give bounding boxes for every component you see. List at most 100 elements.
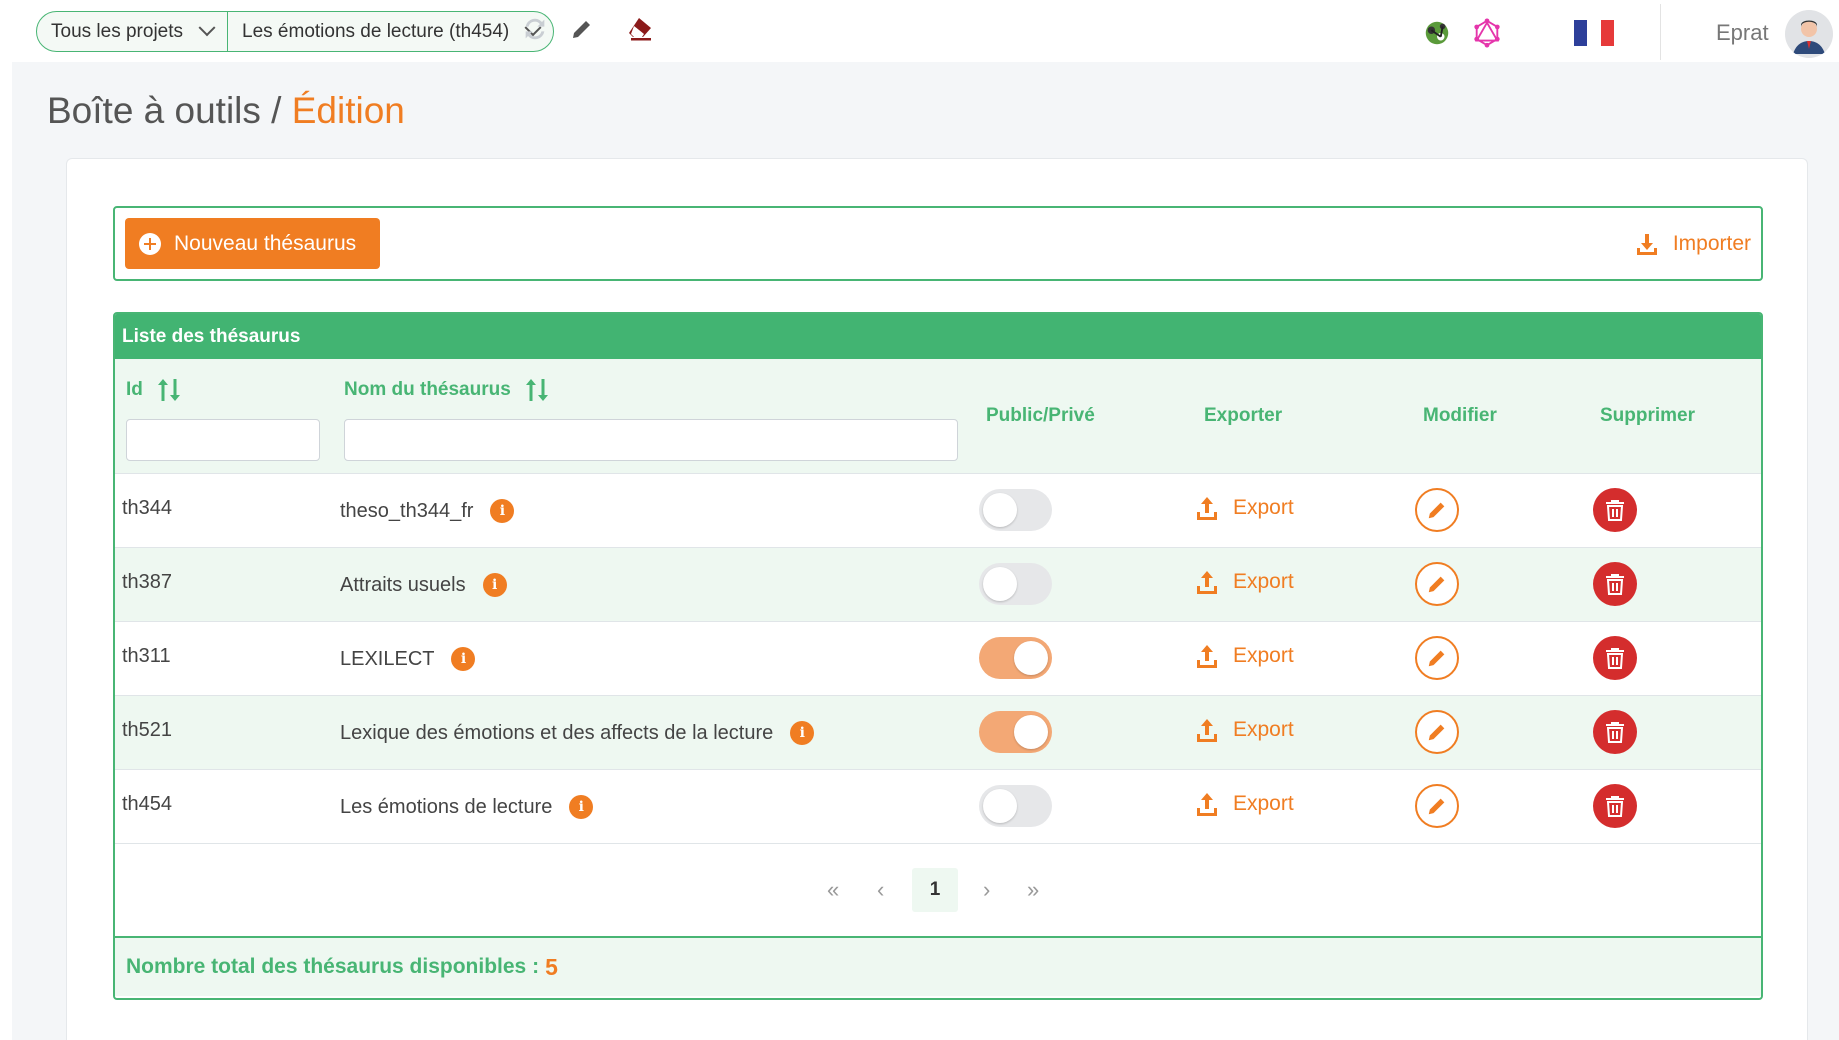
table-row: th454 Les émotions de lecture i Export [115,769,1761,843]
trash-icon [1606,648,1624,669]
breadcrumb-root: Boîte à outils [47,90,261,131]
upload-icon [1197,497,1217,520]
eraser-icon[interactable] [626,14,656,44]
info-icon[interactable]: i [490,499,515,523]
pencil-icon [1428,724,1445,741]
toggle-knob [983,567,1017,601]
new-thesaurus-label: Nouveau thésaurus [174,231,357,255]
project-selector[interactable]: Tous les projets [37,12,227,51]
refresh-icon[interactable] [520,14,550,44]
delete-button[interactable] [1593,488,1637,532]
info-icon[interactable]: i [451,647,476,671]
pencil-icon [1428,650,1445,667]
upload-icon [1197,719,1217,742]
toggle-knob [983,493,1017,527]
top-bar: Tous les projets Les émotions de lecture… [12,0,1839,62]
export-button[interactable]: Export [1195,569,1294,595]
upload-icon [1197,793,1217,816]
edit-button[interactable] [1415,636,1459,680]
public-toggle[interactable] [979,637,1052,679]
french-flag-icon[interactable] [1574,20,1614,46]
import-button[interactable]: Importer [1635,232,1751,256]
breadcrumb-current: Édition [291,90,405,131]
download-icon [1636,234,1657,255]
breadcrumb-separator: / [260,90,292,131]
table-body: th344 theso_th344_fr i Export th387 Attra… [115,473,1761,843]
column-header-name-label: Nom du thésaurus [344,379,511,401]
thesaurus-selector-label: Les émotions de lecture (th454) [242,20,510,42]
info-icon[interactable]: i [790,721,815,745]
row-name-text: Attraits usuels [340,573,466,596]
export-button[interactable]: Export [1195,495,1294,521]
table-row: th311 LEXILECT i Export [115,621,1761,695]
left-strip [0,0,12,1040]
delete-button[interactable] [1593,562,1637,606]
export-button[interactable]: Export [1195,717,1294,743]
row-id: th311 [122,645,171,667]
last-page-button[interactable]: » [1027,868,1039,912]
avatar[interactable] [1785,10,1833,58]
column-header-id[interactable]: Id [126,377,182,403]
trash-icon [1606,796,1624,817]
first-page-button[interactable]: « [827,868,839,912]
thesaurus-selector[interactable]: Les émotions de lecture (th454) [227,12,553,51]
delete-button[interactable] [1593,784,1637,828]
chevron-down-icon [198,18,216,36]
row-name: LEXILECT i [340,647,476,671]
table-header: Id Nom du thésaurus Public/Privé Exporte… [115,359,1761,473]
plus-circle-icon [139,232,161,255]
new-thesaurus-button[interactable]: Nouveau thésaurus [125,218,381,269]
edit-button[interactable] [1415,784,1459,828]
column-header-name[interactable]: Nom du thésaurus [344,377,550,403]
main-card: Nouveau thésaurus Importer Liste des thé… [66,158,1808,1040]
info-icon[interactable]: i [569,795,594,819]
toggle-knob [1014,641,1048,675]
project-selector-label: Tous les projets [51,20,184,42]
public-toggle[interactable] [979,489,1052,531]
delete-button[interactable] [1593,710,1637,754]
public-toggle[interactable] [979,785,1052,827]
pencil-icon [1428,576,1445,593]
trash-icon [1606,574,1624,595]
public-toggle[interactable] [979,711,1052,753]
column-header-public: Public/Privé [986,405,1095,426]
upload-icon [1197,645,1217,668]
table-row: th521 Lexique des émotions et des affect… [115,695,1761,769]
export-button[interactable]: Export [1195,643,1294,669]
edit-button[interactable] [1415,710,1459,754]
row-name-text: Les émotions de lecture [340,795,553,818]
row-name: Lexique des émotions et des affects de l… [340,721,815,745]
graph-icon[interactable] [1422,18,1452,48]
graphql-icon[interactable] [1472,18,1502,48]
edit-button[interactable] [1415,562,1459,606]
export-label: Export [1233,570,1294,593]
export-button[interactable]: Export [1195,791,1294,817]
row-id: th454 [122,793,173,815]
row-name: Attraits usuels i [340,573,507,597]
column-header-export: Exporter [1204,405,1283,426]
toggle-knob [1014,715,1048,749]
column-header-id-label: Id [126,379,143,401]
name-filter-input[interactable] [344,419,958,461]
pencil-icon[interactable] [567,14,597,44]
delete-button[interactable] [1593,636,1637,680]
prev-page-button[interactable]: ‹ [877,868,884,912]
table-footer: Nombre total des thésaurus disponibles :… [115,936,1761,996]
trash-icon [1606,722,1624,743]
row-name: Les émotions de lecture i [340,795,594,819]
row-name: theso_th344_fr i [340,499,515,523]
page-number[interactable]: 1 [912,868,958,912]
id-filter-input[interactable] [126,419,320,461]
row-id: th344 [122,497,173,519]
info-icon[interactable]: i [482,573,507,597]
export-label: Export [1233,644,1294,667]
divider [1660,4,1661,60]
export-label: Export [1233,718,1294,741]
sort-icon [158,379,181,401]
table-row: th344 theso_th344_fr i Export [115,473,1761,547]
pencil-icon [1428,502,1445,519]
public-toggle[interactable] [979,563,1052,605]
user-name[interactable]: Eprat [1716,20,1769,46]
edit-button[interactable] [1415,488,1459,532]
next-page-button[interactable]: › [983,868,990,912]
